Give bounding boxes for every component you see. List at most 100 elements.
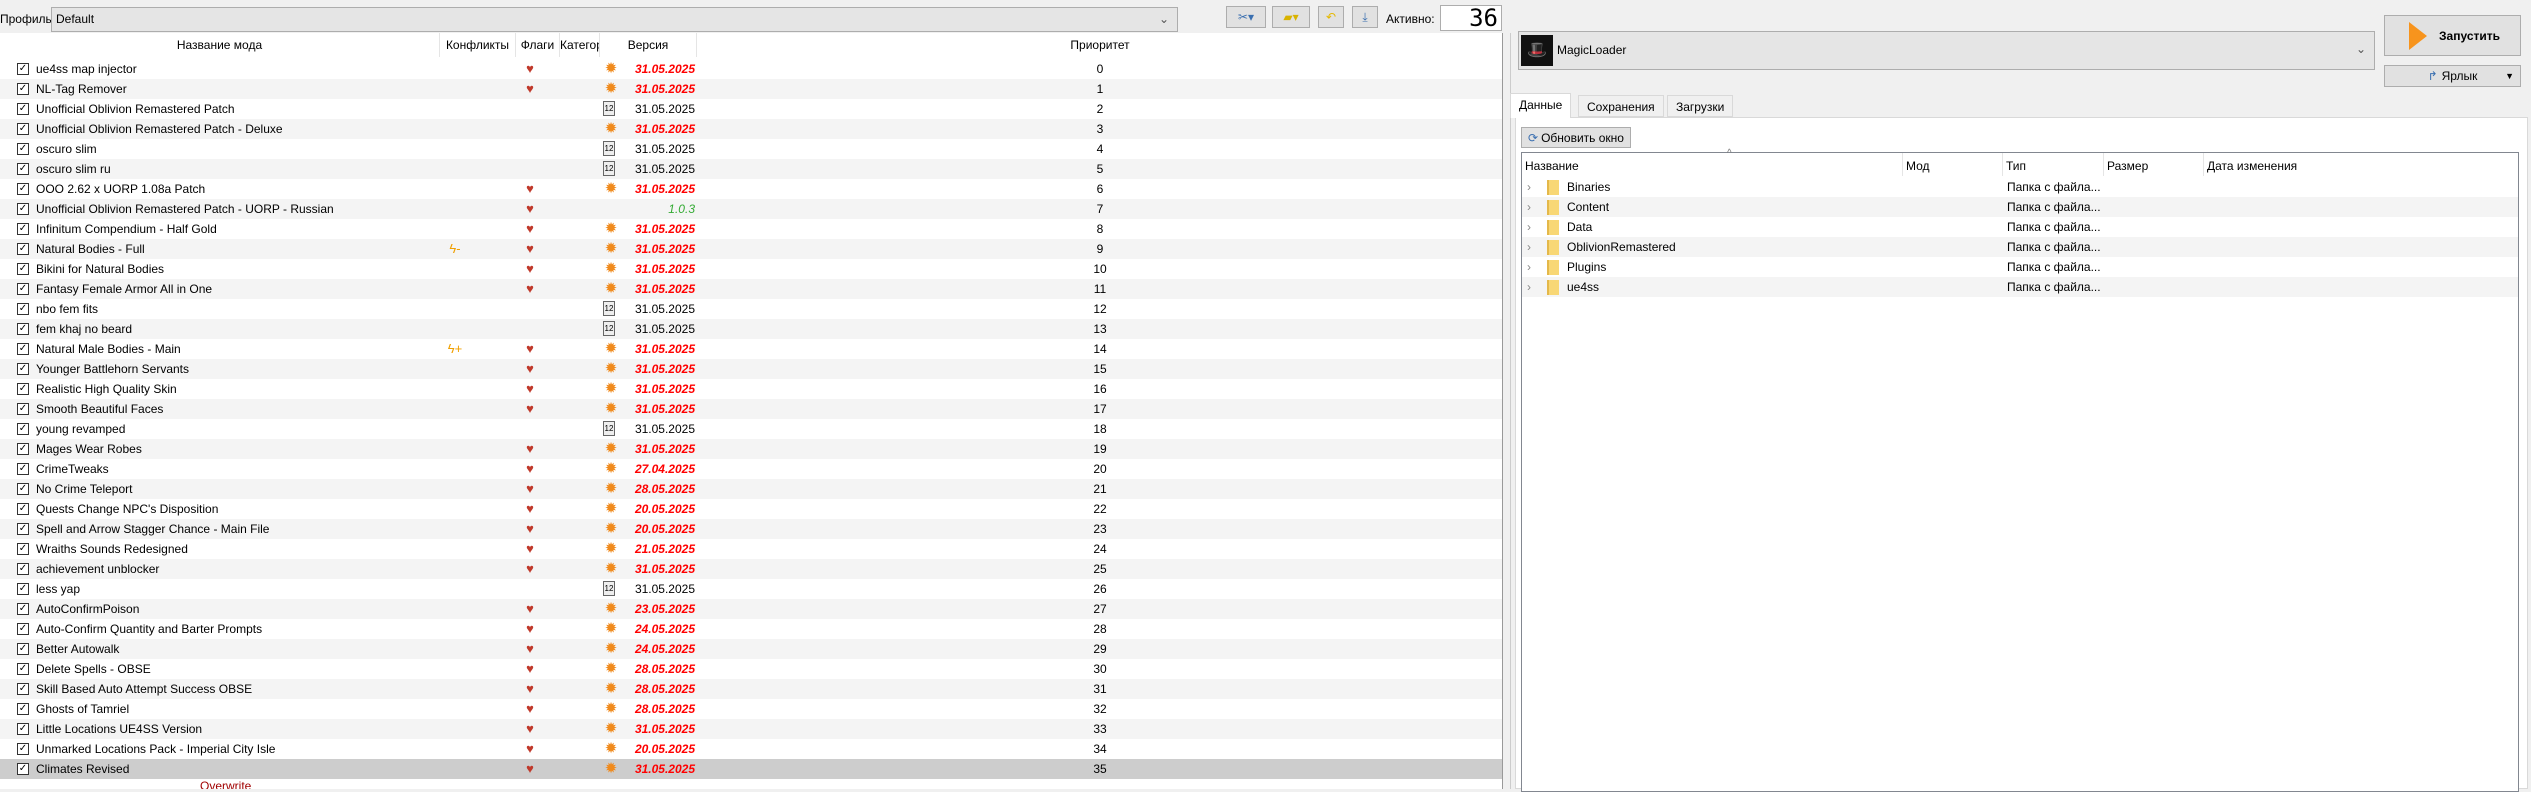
tree-header-mod[interactable]: Мод	[1903, 153, 2003, 176]
tree-header-type[interactable]: Тип	[2003, 153, 2104, 176]
splitter[interactable]	[1505, 33, 1511, 789]
mod-enabled-checkbox[interactable]: ✓	[17, 363, 29, 375]
mod-enabled-checkbox[interactable]: ✓	[17, 483, 29, 495]
backup-button[interactable]: ⤓	[1352, 6, 1378, 28]
tree-header-size[interactable]: Размер	[2104, 153, 2204, 176]
mod-enabled-checkbox[interactable]: ✓	[17, 723, 29, 735]
mod-row[interactable]: ✓ oscuro slim ru 12 31.05.2025 5	[0, 159, 1502, 179]
column-header-conflicts[interactable]: Конфликты	[440, 33, 516, 57]
mod-row[interactable]: ✓ Climates Revised ♥ ✹ 31.05.2025 35	[0, 759, 1502, 779]
mod-row[interactable]: ✓ fem khaj no beard 12 31.05.2025 13	[0, 319, 1502, 339]
mod-row[interactable]: ✓ Wraiths Sounds Redesigned ♥ ✹ 21.05.2025 24	[0, 539, 1502, 559]
tree-header-modified[interactable]: Дата изменения	[2204, 153, 2518, 176]
mod-row[interactable]: ✓ NL-Tag Remover ♥ ✹ 31.05.2025 1	[0, 79, 1502, 99]
mod-enabled-checkbox[interactable]: ✓	[17, 643, 29, 655]
expand-chevron-icon[interactable]: ›	[1527, 197, 1531, 217]
mod-enabled-checkbox[interactable]: ✓	[17, 503, 29, 515]
mod-row[interactable]: ✓ Little Locations UE4SS Version ♥ ✹ 31.05.2…	[0, 719, 1502, 739]
mod-row[interactable]: ✓ achievement unblocker ♥ ✹ 31.05.2025 25	[0, 559, 1502, 579]
run-button[interactable]: Запустить	[2384, 15, 2521, 56]
data-tree[interactable]: Название ^ Мод Тип Размер Дата изменения…	[1521, 148, 2519, 792]
tab-data[interactable]: Данные	[1510, 93, 1572, 118]
mod-row[interactable]: ✓ OOO 2.62 x UORP 1.08a Patch ♥ ✹ 31.05.2025…	[0, 179, 1502, 199]
mod-enabled-checkbox[interactable]: ✓	[17, 343, 29, 355]
mod-enabled-checkbox[interactable]: ✓	[17, 263, 29, 275]
column-header-category[interactable]: Категор	[560, 33, 600, 57]
mod-row[interactable]: ✓ Unmarked Locations Pack - Imperial City…	[0, 739, 1502, 759]
column-header-version[interactable]: Версия	[600, 33, 697, 57]
expand-chevron-icon[interactable]: ›	[1527, 257, 1531, 277]
mod-enabled-checkbox[interactable]: ✓	[17, 543, 29, 555]
tab-downloads[interactable]: Загрузки	[1667, 95, 1734, 117]
mod-enabled-checkbox[interactable]: ✓	[17, 463, 29, 475]
mod-row[interactable]: ✓ oscuro slim 12 31.05.2025 4	[0, 139, 1502, 159]
executable-select[interactable]: 🎩 MagicLoader ⌄	[1518, 31, 2375, 70]
tree-row[interactable]: › Binaries Папка с файла...	[1522, 177, 2518, 197]
mod-row[interactable]: ✓ Natural Male Bodies - Main ϟ+ ♥ ✹ 31.05.202…	[0, 339, 1502, 359]
mod-row[interactable]: ✓ AutoConfirmPoison ♥ ✹ 23.05.2025 27	[0, 599, 1502, 619]
mod-row[interactable]: ✓ Ghosts of Tamriel ♥ ✹ 28.05.2025 32	[0, 699, 1502, 719]
mod-row[interactable]: ✓ Unofficial Oblivion Remastered Patch 12 3…	[0, 99, 1502, 119]
mod-row[interactable]: ✓ Infinitum Compendium - Half Gold ♥ ✹ 31.05…	[0, 219, 1502, 239]
column-header-flags[interactable]: Флаги	[516, 33, 560, 57]
overwrite-row[interactable]: Overwrite	[200, 779, 251, 789]
mod-enabled-checkbox[interactable]: ✓	[17, 763, 29, 775]
mod-list[interactable]: Название мода Конфликты Флаги Категор Ве…	[0, 33, 1503, 789]
mod-enabled-checkbox[interactable]: ✓	[17, 563, 29, 575]
mod-row[interactable]: ✓ ue4ss map injector ♥ ✹ 31.05.2025 0	[0, 59, 1502, 79]
mod-row[interactable]: ✓ nbo fem fits 12 31.05.2025 12	[0, 299, 1502, 319]
mod-enabled-checkbox[interactable]: ✓	[17, 623, 29, 635]
mod-row[interactable]: ✓ Smooth Beautiful Faces ♥ ✹ 31.05.2025 17	[0, 399, 1502, 419]
mod-enabled-checkbox[interactable]: ✓	[17, 83, 29, 95]
expand-chevron-icon[interactable]: ›	[1527, 177, 1531, 197]
mod-row[interactable]: ✓ Realistic High Quality Skin ♥ ✹ 31.05.2025…	[0, 379, 1502, 399]
mod-row[interactable]: ✓ Bikini for Natural Bodies ♥ ✹ 31.05.2025 10	[0, 259, 1502, 279]
mod-row[interactable]: ✓ Fantasy Female Armor All in One ♥ ✹ 31.05.…	[0, 279, 1502, 299]
mod-enabled-checkbox[interactable]: ✓	[17, 423, 29, 435]
mod-row[interactable]: ✓ Unofficial Oblivion Remastered Patch - …	[0, 119, 1502, 139]
mod-row[interactable]: ✓ Spell and Arrow Stagger Chance - Main F…	[0, 519, 1502, 539]
mod-enabled-checkbox[interactable]: ✓	[17, 183, 29, 195]
tools-button[interactable]: ✂▾	[1226, 6, 1266, 28]
refresh-button[interactable]: ⟳ Обновить окно	[1521, 127, 1631, 148]
mod-row[interactable]: ✓ CrimeTweaks ♥ ✹ 27.04.2025 20	[0, 459, 1502, 479]
restore-backup-button[interactable]: ↶	[1318, 6, 1344, 28]
mod-enabled-checkbox[interactable]: ✓	[17, 443, 29, 455]
mod-enabled-checkbox[interactable]: ✓	[17, 583, 29, 595]
expand-chevron-icon[interactable]: ›	[1527, 277, 1531, 297]
mod-enabled-checkbox[interactable]: ✓	[17, 163, 29, 175]
mod-enabled-checkbox[interactable]: ✓	[17, 63, 29, 75]
mod-enabled-checkbox[interactable]: ✓	[17, 683, 29, 695]
mod-row[interactable]: ✓ young revamped 12 31.05.2025 18	[0, 419, 1502, 439]
mod-row[interactable]: ✓ less yap 12 31.05.2025 26	[0, 579, 1502, 599]
mod-enabled-checkbox[interactable]: ✓	[17, 203, 29, 215]
mod-enabled-checkbox[interactable]: ✓	[17, 123, 29, 135]
mod-row[interactable]: ✓ Skill Based Auto Attempt Success OBSE ♥ ✹…	[0, 679, 1502, 699]
mod-enabled-checkbox[interactable]: ✓	[17, 143, 29, 155]
tree-row[interactable]: › Data Папка с файла...	[1522, 217, 2518, 237]
mod-row[interactable]: ✓ Mages Wear Robes ♥ ✹ 31.05.2025 19	[0, 439, 1502, 459]
mod-enabled-checkbox[interactable]: ✓	[17, 603, 29, 615]
mod-enabled-checkbox[interactable]: ✓	[17, 743, 29, 755]
tree-row[interactable]: › Plugins Папка с файла...	[1522, 257, 2518, 277]
expand-chevron-icon[interactable]: ›	[1527, 237, 1531, 257]
open-folder-button[interactable]: ▰▾	[1272, 6, 1310, 28]
mod-row[interactable]: ✓ Auto-Confirm Quantity and Barter Prompt…	[0, 619, 1502, 639]
mod-row[interactable]: ✓ No Crime Teleport ♥ ✹ 28.05.2025 21	[0, 479, 1502, 499]
profile-select[interactable]: Default ⌄	[51, 7, 1178, 32]
mod-row[interactable]: ✓ Better Autowalk ♥ ✹ 24.05.2025 29	[0, 639, 1502, 659]
mod-enabled-checkbox[interactable]: ✓	[17, 103, 29, 115]
shortcut-button[interactable]: ↱ Ярлык ▼	[2384, 65, 2521, 87]
mod-row[interactable]: ✓ Natural Bodies - Full ϟ- ♥ ✹ 31.05.2025 9	[0, 239, 1502, 259]
mod-enabled-checkbox[interactable]: ✓	[17, 703, 29, 715]
column-header-name[interactable]: Название мода	[0, 33, 440, 57]
mod-row[interactable]: ✓ Delete Spells - OBSE ♥ ✹ 28.05.2025 30	[0, 659, 1502, 679]
mod-row[interactable]: ✓ Younger Battlehorn Servants ♥ ✹ 31.05.2025…	[0, 359, 1502, 379]
mod-enabled-checkbox[interactable]: ✓	[17, 663, 29, 675]
mod-enabled-checkbox[interactable]: ✓	[17, 323, 29, 335]
mod-enabled-checkbox[interactable]: ✓	[17, 243, 29, 255]
mod-row[interactable]: ✓ Quests Change NPC's Disposition ♥ ✹ 20.05.…	[0, 499, 1502, 519]
mod-enabled-checkbox[interactable]: ✓	[17, 523, 29, 535]
mod-row[interactable]: ✓ Unofficial Oblivion Remastered Patch - …	[0, 199, 1502, 219]
expand-chevron-icon[interactable]: ›	[1527, 217, 1531, 237]
